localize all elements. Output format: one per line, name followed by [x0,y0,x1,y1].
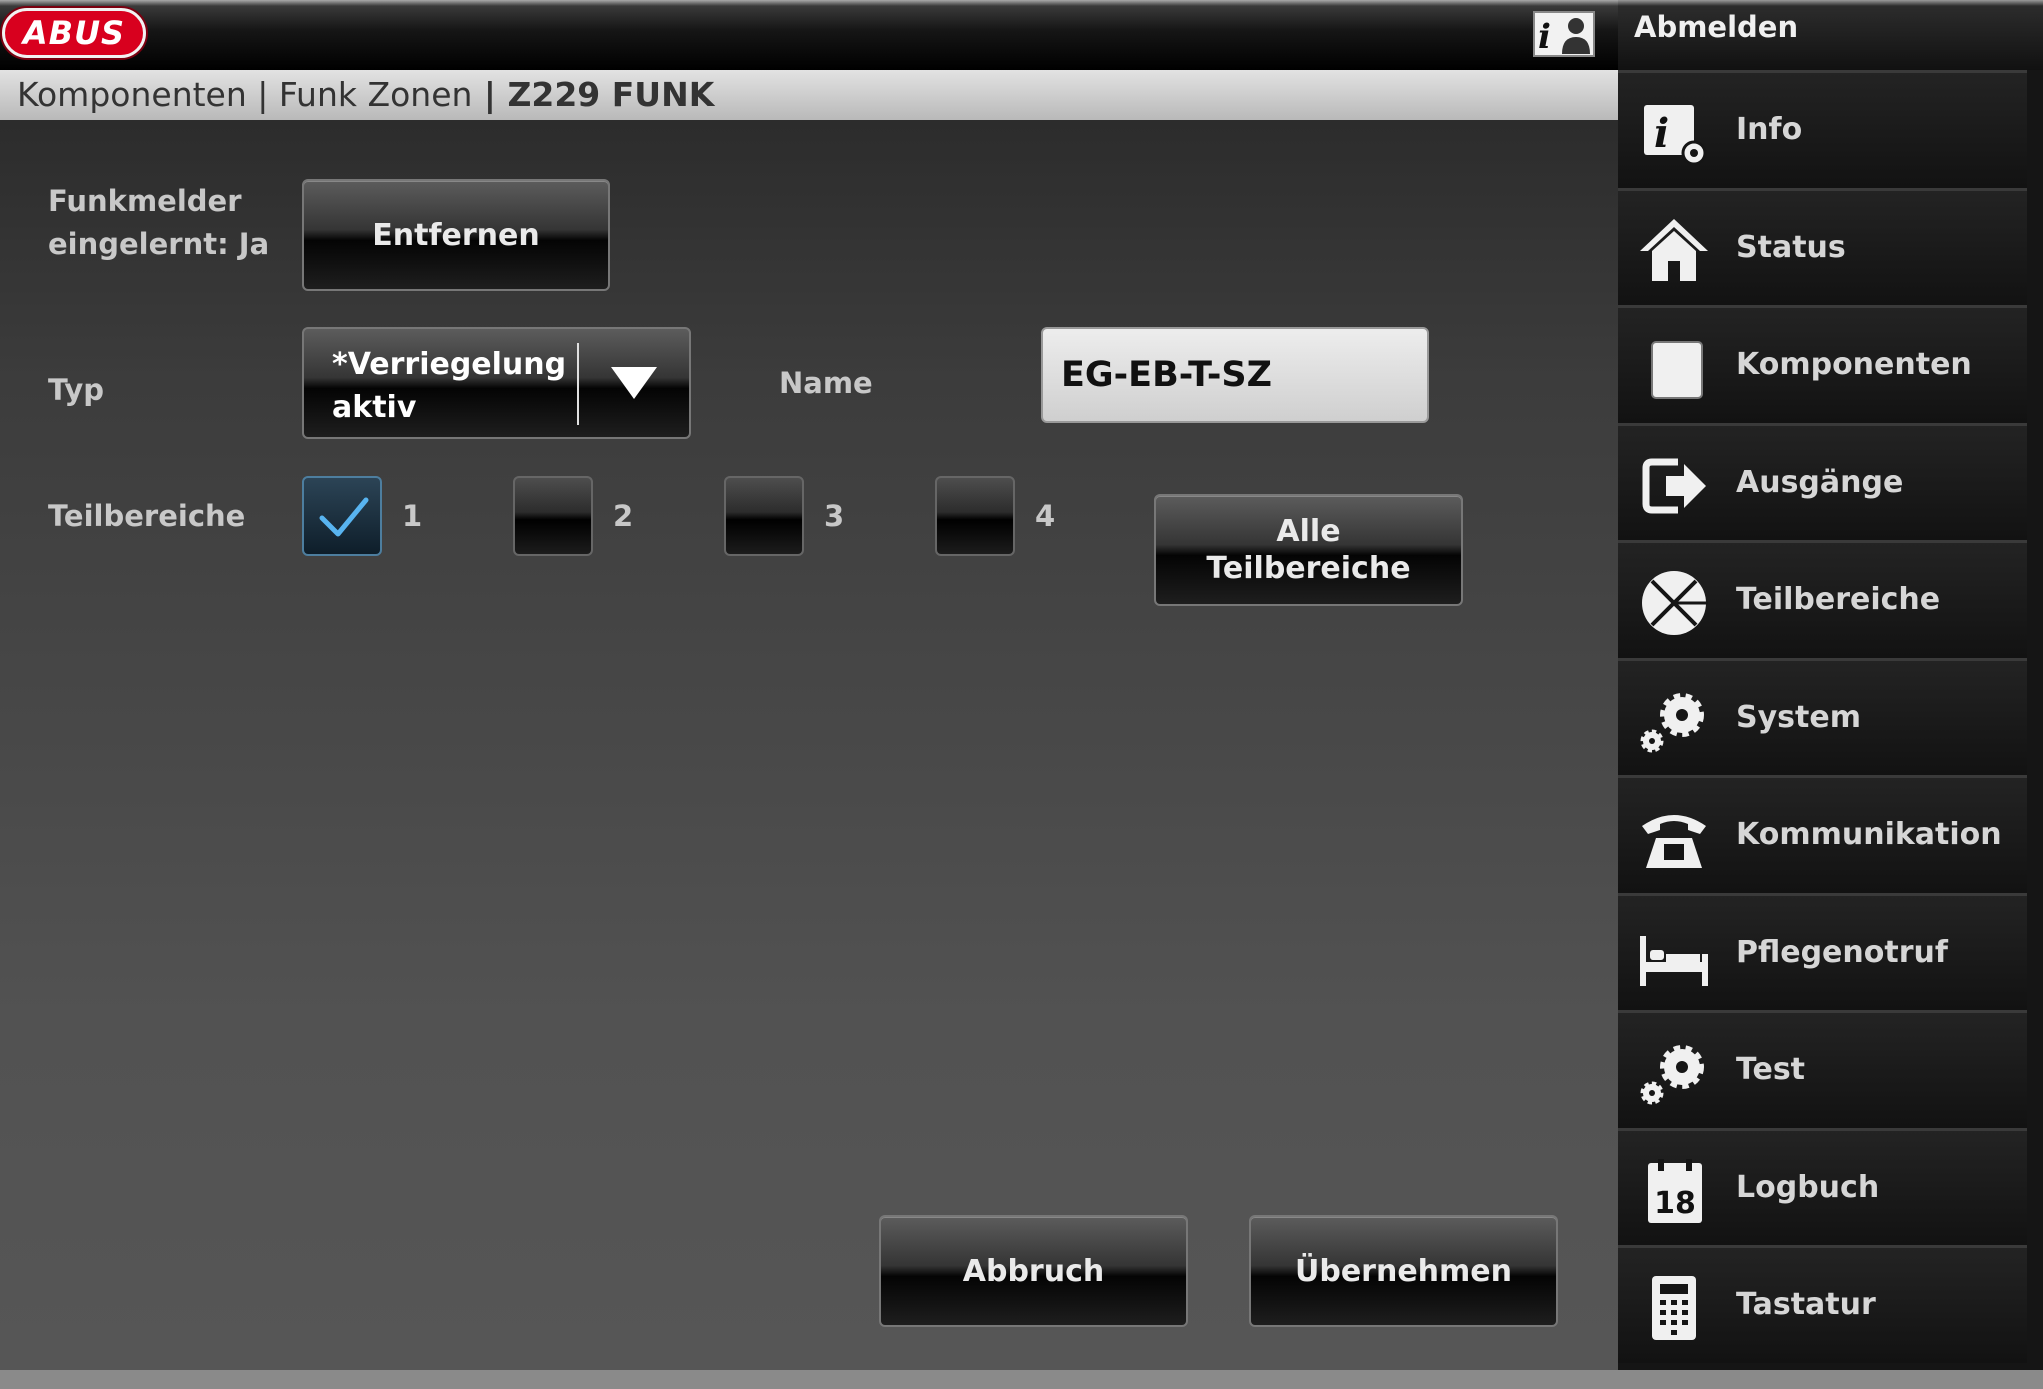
partition-checkbox-4[interactable] [935,476,1015,556]
sidebar-item-logbuch[interactable]: 18 Logbuch [1618,1127,2027,1245]
sidebar-item-label: Komponenten [1736,347,1972,382]
all-partitions-button[interactable]: Alle Teilbereiche [1154,494,1463,606]
partition-number-2: 2 [613,499,634,533]
apply-button[interactable]: Übernehmen [1249,1215,1558,1327]
sidebar-item-label: System [1736,699,1861,735]
chevron-down-icon [611,367,657,399]
bottom-strip [0,1370,2043,1389]
sidebar: Abmelden i Info Status Komponenten Ausgä… [1618,0,2043,1389]
svg-text:i: i [1654,110,1669,157]
name-label: Name [779,366,873,400]
partition-pie-icon [1642,571,1708,635]
logout-button[interactable]: Abmelden [1618,0,2043,70]
sidebar-item-label: Kommunikation [1736,817,2002,852]
breadcrumb-separator: | [246,75,279,114]
sidebar-item-label: Teilbereiche [1736,582,1941,617]
all-partitions-line2: Teilbereiche [1206,551,1411,586]
sidebar-item-tastatur[interactable]: Tastatur [1618,1245,2027,1363]
sidebar-item-label: Ausgänge [1736,464,1904,500]
remove-button[interactable]: Entfernen [302,179,610,291]
sidebar-item-label: Test [1736,1052,1806,1087]
funkmelder-line2: eingelernt: Ja [48,227,270,261]
select-separator [577,343,579,425]
partition-number-3: 3 [824,499,845,533]
partition-checkbox-3[interactable] [724,476,804,556]
sidebar-item-kommunikation[interactable]: Kommunikation [1618,775,2027,893]
exit-arrow-icon [1642,458,1706,513]
gears-icon [1640,1045,1704,1105]
sidebar-item-label: Logbuch [1736,1169,1880,1205]
sidebar-item-label: Info [1736,112,1803,147]
partition-number-1: 1 [402,499,423,533]
sidebar-item-komponenten[interactable]: Komponenten [1618,305,2027,423]
sidebar-item-test[interactable]: Test [1618,1010,2027,1128]
calendar-icon: 18 [1648,1158,1702,1223]
teilbereiche-label: Teilbereiche [48,499,246,533]
funkmelder-line1: Funkmelder [48,184,242,218]
cancel-button[interactable]: Abbruch [879,1215,1188,1327]
sidebar-item-status[interactable]: Status [1618,187,2027,305]
sidebar-item-info[interactable]: i Info [1618,70,2027,188]
sidebar-item-ausgaenge[interactable]: Ausgänge [1618,422,2027,540]
svg-text:i: i [1538,17,1551,57]
top-bar: ABUS i [0,0,1618,70]
abus-logo: ABUS [2,8,146,58]
telephone-icon [1642,815,1706,868]
calendar-day-number: 18 [1654,1186,1696,1221]
house-icon [1640,218,1708,281]
breadcrumb: Komponenten | Funk Zonen | Z229 FUNK [0,70,1618,120]
bed-icon [1640,935,1708,986]
funkmelder-status-label: Funkmelder eingelernt: Ja [48,180,269,266]
breadcrumb-funk-zonen[interactable]: Funk Zonen [279,75,473,114]
typ-label: Typ [48,373,105,407]
partition-checkbox-2[interactable] [513,476,593,556]
partition-number-4: 4 [1035,499,1056,533]
breadcrumb-current: | Z229 FUNK [472,75,715,114]
all-partitions-line1: Alle [1276,514,1341,549]
typ-select[interactable]: *Verriegelung aktiv [302,327,691,439]
sidebar-nav: i Info Status Komponenten Ausgänge Teilb… [1618,70,2043,1363]
main-panel: Funkmelder eingelernt: Ja Entfernen Typ … [0,120,1618,1370]
sidebar-item-label: Status [1736,229,1846,265]
user-info-icon[interactable]: i [1532,10,1596,58]
square-icon [1651,341,1703,399]
breadcrumb-komponenten[interactable]: Komponenten [17,75,247,114]
typ-select-value: *Verriegelung aktiv [332,347,567,425]
sidebar-item-label: Pflegenotruf [1736,934,1948,970]
sidebar-item-label: Tastatur [1736,1287,1876,1322]
sidebar-item-teilbereiche[interactable]: Teilbereiche [1618,540,2027,658]
sidebar-item-pflegenotruf[interactable]: Pflegenotruf [1618,892,2027,1010]
sidebar-item-system[interactable]: System [1618,657,2027,775]
info-gear-icon: i [1644,105,1707,166]
gears-icon [1640,692,1704,752]
partition-checkbox-1[interactable] [302,476,382,556]
keypad-icon [1652,1276,1696,1340]
checkmark-icon [319,497,369,537]
name-field[interactable]: EG-EB-T-SZ [1041,327,1429,423]
